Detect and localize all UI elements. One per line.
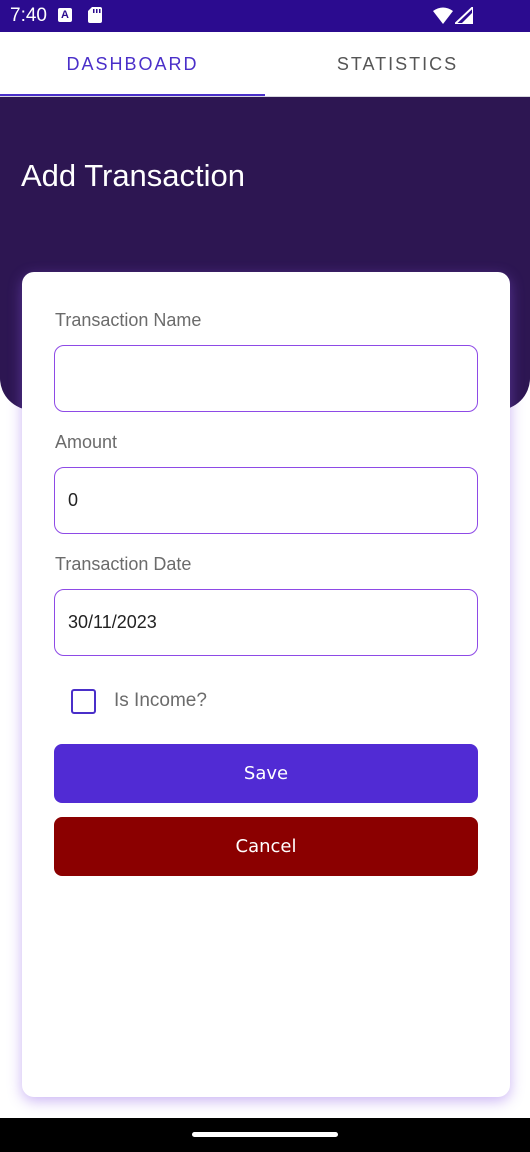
home-indicator[interactable] xyxy=(192,1132,338,1137)
tab-bar: DASHBOARD STATISTICS xyxy=(0,32,530,97)
transaction-date-input[interactable] xyxy=(54,589,478,656)
amount-input[interactable] xyxy=(54,467,478,534)
a-notification-icon xyxy=(58,8,72,22)
tab-statistics[interactable]: STATISTICS xyxy=(265,32,530,97)
save-button[interactable]: Save xyxy=(54,744,478,803)
amount-label: Amount xyxy=(55,432,118,452)
signal-icon xyxy=(455,7,473,24)
tab-statistics-label: STATISTICS xyxy=(336,54,459,74)
is-income-label: Is Income? xyxy=(114,690,207,711)
tab-dashboard[interactable]: DASHBOARD xyxy=(0,32,265,97)
transaction-form-card: Transaction Name Amount Transaction Date… xyxy=(22,272,510,1097)
page-title: Add Transaction xyxy=(21,158,246,193)
system-nav-bar xyxy=(0,1118,530,1152)
status-time: 7:40 xyxy=(10,5,47,26)
transaction-name-input[interactable] xyxy=(54,345,478,412)
cancel-button[interactable]: Cancel xyxy=(54,817,478,876)
sd-card-icon xyxy=(88,7,102,23)
tab-dashboard-label: DASHBOARD xyxy=(66,54,199,74)
is-income-row: Is Income? xyxy=(71,686,207,716)
status-bar: 7:40 xyxy=(0,0,530,32)
wifi-icon xyxy=(433,7,453,24)
is-income-checkbox[interactable] xyxy=(71,688,96,714)
transaction-date-label: Transaction Date xyxy=(55,554,192,574)
transaction-name-label: Transaction Name xyxy=(55,310,202,330)
